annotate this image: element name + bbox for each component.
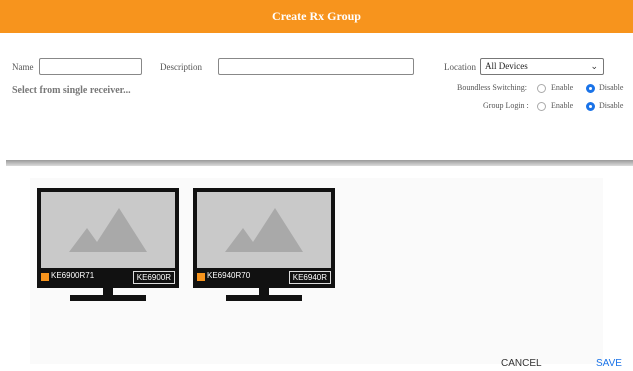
boundless-switching-label: Boundless Switching: <box>457 83 528 92</box>
group-login-label: Group Login : <box>483 101 529 110</box>
boundless-enable-radio[interactable] <box>537 84 546 93</box>
monitor-base <box>70 295 146 301</box>
select-hint: Select from single receiver... <box>12 85 131 96</box>
description-input[interactable] <box>218 58 414 75</box>
status-indicator <box>41 273 49 281</box>
group-login-enable-radio[interactable] <box>537 102 546 111</box>
monitor-screen: KE6940R70 KE6940R <box>193 188 335 288</box>
chevron-down-icon: ⌄ <box>590 61 598 71</box>
boundless-disable-radio[interactable] <box>586 84 595 93</box>
receiver-area: KE6900R71 KE6900R KE6940R70 KE6940R <box>0 166 633 371</box>
description-label: Description <box>160 62 202 72</box>
status-indicator <box>197 273 205 281</box>
receiver-name: KE6900R71 <box>51 271 95 280</box>
boundless-enable-label: Enable <box>551 83 574 92</box>
image-placeholder-icon <box>41 192 175 268</box>
location-selected-value: All Devices <box>485 61 528 71</box>
location-label: Location <box>444 62 476 72</box>
monitor-base <box>226 295 302 301</box>
monitor-neck <box>103 288 113 295</box>
group-login-disable-label: Disable <box>599 101 624 110</box>
group-login-enable-label: Enable <box>551 101 574 110</box>
name-input[interactable] <box>39 58 142 75</box>
receiver-model: KE6940R <box>288 271 331 284</box>
location-select[interactable]: All Devices ⌄ <box>480 58 604 75</box>
cancel-button[interactable]: CANCEL <box>501 358 542 369</box>
name-label: Name <box>12 62 34 72</box>
monitor-neck <box>259 288 269 295</box>
monitor-screen: KE6900R71 KE6900R <box>37 188 179 288</box>
receiver-name: KE6940R70 <box>207 271 251 280</box>
receiver-tile[interactable]: KE6900R71 KE6900R <box>37 188 179 307</box>
group-login-disable-radio[interactable] <box>586 102 595 111</box>
dialog-title: Create Rx Group <box>0 0 633 33</box>
group-form: Name Description Location All Devices ⌄ … <box>0 33 633 160</box>
save-button[interactable]: SAVE <box>596 358 622 369</box>
image-placeholder-icon <box>197 192 331 268</box>
receiver-tile[interactable]: KE6940R70 KE6940R <box>193 188 335 307</box>
boundless-disable-label: Disable <box>599 83 624 92</box>
receiver-model: KE6900R <box>132 271 175 284</box>
